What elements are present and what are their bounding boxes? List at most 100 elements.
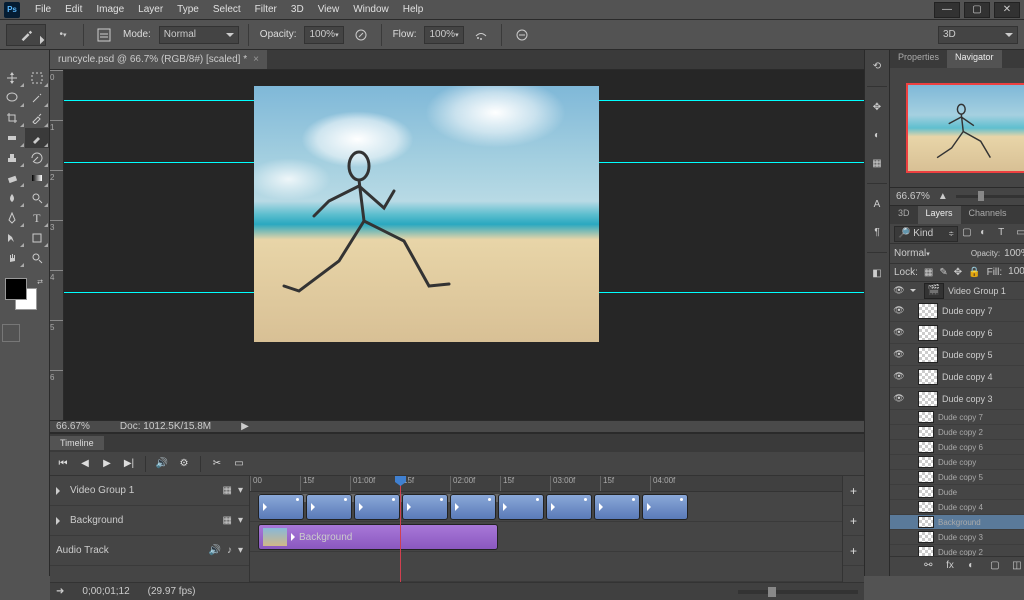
character-panel-icon[interactable]: A [865, 192, 889, 216]
foreground-color-swatch[interactable] [5, 278, 27, 300]
video-clip[interactable] [498, 494, 544, 520]
layer-row[interactable]: Dude copy 5 [890, 470, 1024, 485]
track-menu-icon[interactable]: ▾ [238, 545, 243, 556]
layer-row[interactable]: Dude copy 4 [890, 500, 1024, 515]
flow-input[interactable]: 100%▾ [424, 26, 463, 44]
layer-thumbnail[interactable] [918, 486, 934, 498]
window-close-button[interactable]: ✕ [994, 2, 1020, 18]
prev-frame-button[interactable]: ◀ [76, 455, 94, 473]
go-to-first-frame-button[interactable]: ⏮ [54, 455, 72, 473]
layer-thumbnail[interactable] [918, 325, 938, 341]
timeline-zoom-slider[interactable] [738, 590, 858, 594]
layer-thumbnail[interactable] [918, 546, 934, 556]
canvas-viewport[interactable] [64, 70, 864, 420]
menu-file[interactable]: File [28, 4, 58, 15]
type-tool[interactable]: T [25, 208, 50, 228]
layer-row[interactable]: Dude copy 7 [890, 410, 1024, 425]
layer-row[interactable]: Dude [890, 485, 1024, 500]
render-button[interactable]: ➜ [56, 586, 64, 597]
background-clip[interactable]: Background [258, 524, 498, 550]
navigator-preview[interactable] [906, 83, 1024, 173]
workspace-select[interactable]: 3D [938, 26, 1018, 44]
pen-tool[interactable] [0, 208, 25, 228]
playhead[interactable] [400, 476, 401, 582]
layer-thumbnail[interactable] [918, 303, 938, 319]
layer-row[interactable]: Dude copy [890, 455, 1024, 470]
panel-icon[interactable]: ◐ [865, 123, 889, 147]
visibility-toggle[interactable]: 👁 [892, 285, 906, 296]
layer-name[interactable]: Dude copy 2 [938, 428, 1024, 437]
window-minimize-button[interactable]: — [934, 2, 960, 18]
layer-thumbnail[interactable] [918, 391, 938, 407]
zoom-tool[interactable] [25, 248, 50, 268]
filmstrip-icon[interactable]: ▦ [223, 485, 232, 496]
layer-name[interactable]: Dude copy 6 [942, 328, 1024, 338]
note-icon[interactable]: ♪ [227, 545, 232, 556]
layer-name[interactable]: Dude copy 7 [942, 306, 1024, 316]
3d-tab[interactable]: 3D [890, 206, 918, 224]
current-tool-indicator[interactable] [6, 24, 46, 46]
transition-button[interactable]: ▭ [230, 455, 248, 473]
layer-name[interactable]: Dude copy 3 [942, 394, 1024, 404]
zoom-level[interactable]: 66.67% [56, 421, 90, 432]
layer-row[interactable]: 👁 Dude copy 6 [890, 322, 1024, 344]
airbrush-icon[interactable] [470, 24, 492, 46]
filter-pixel-icon[interactable]: ▢ [962, 227, 976, 241]
quick-mask-toggle[interactable] [2, 324, 20, 342]
properties-tab[interactable]: Properties [890, 50, 947, 68]
video-clip[interactable] [258, 494, 304, 520]
layer-name[interactable]: Dude copy 7 [938, 413, 1024, 422]
mute-button[interactable]: 🔊 [153, 455, 171, 473]
layer-fx-icon[interactable]: fx [946, 560, 960, 574]
collapse-icon[interactable] [910, 289, 916, 295]
eyedropper-tool[interactable] [25, 108, 50, 128]
layers-tab[interactable]: Layers [918, 206, 961, 224]
layer-name[interactable]: Dude copy [938, 458, 1024, 467]
add-media-button[interactable]: + [843, 476, 864, 506]
layer-thumbnail[interactable] [918, 471, 934, 483]
layer-fill-input[interactable]: 100% [1008, 266, 1024, 280]
brush-panel-toggle[interactable] [93, 24, 115, 46]
paragraph-panel-icon[interactable]: ¶ [865, 220, 889, 244]
layer-filter-select[interactable]: 🔎 Kind≑ [894, 226, 958, 242]
add-audio-button[interactable]: + [843, 536, 864, 566]
layer-thumbnail[interactable] [918, 516, 934, 528]
split-clip-button[interactable]: ✂ [208, 455, 226, 473]
panel-icon[interactable]: ◧ [865, 261, 889, 285]
timeline-settings-button[interactable]: ⚙ [175, 455, 193, 473]
close-tab-icon[interactable]: × [253, 54, 259, 65]
menu-filter[interactable]: Filter [248, 4, 284, 15]
menu-edit[interactable]: Edit [58, 4, 89, 15]
layer-row[interactable]: Dude copy 3 [890, 530, 1024, 545]
layer-group-row[interactable]: 👁 Video Group 1 [890, 282, 1024, 300]
add-media-button[interactable]: + [843, 506, 864, 536]
wand-tool[interactable] [25, 88, 50, 108]
filmstrip-icon[interactable]: ▦ [223, 515, 232, 526]
menu-window[interactable]: Window [346, 4, 396, 15]
video-clip[interactable] [546, 494, 592, 520]
layer-name[interactable]: Dude copy 2 [938, 548, 1024, 557]
layer-name[interactable]: Dude copy 5 [938, 473, 1024, 482]
pressure-size-icon[interactable] [511, 24, 533, 46]
visibility-toggle[interactable]: 👁 [892, 327, 906, 338]
layer-thumbnail[interactable] [918, 347, 938, 363]
panel-icon[interactable]: ✥ [865, 95, 889, 119]
swap-colors-icon[interactable]: ⇄ [37, 278, 43, 286]
layer-thumbnail[interactable] [918, 441, 934, 453]
stamp-tool[interactable] [0, 148, 25, 168]
audio-mute-icon[interactable]: 🔊 [209, 545, 221, 556]
navigator-zoom-value[interactable]: 66.67% [896, 191, 930, 202]
video-clip[interactable] [402, 494, 448, 520]
layer-row[interactable]: 👁Dude copy 4 [890, 366, 1024, 388]
menu-select[interactable]: Select [206, 4, 248, 15]
lock-paint-icon[interactable]: ✎ [939, 267, 947, 278]
menu-help[interactable]: Help [396, 4, 431, 15]
layer-mask-icon[interactable]: ◐ [968, 560, 982, 574]
filter-adjust-icon[interactable]: ◐ [980, 227, 994, 241]
eraser-tool[interactable] [0, 168, 25, 188]
vertical-ruler[interactable]: 0123456 [50, 70, 64, 420]
layer-row[interactable]: Dude copy 6 [890, 440, 1024, 455]
layer-row[interactable]: Dude copy 2 [890, 425, 1024, 440]
pressure-opacity-icon[interactable] [350, 24, 372, 46]
path-select-tool[interactable] [0, 228, 25, 248]
